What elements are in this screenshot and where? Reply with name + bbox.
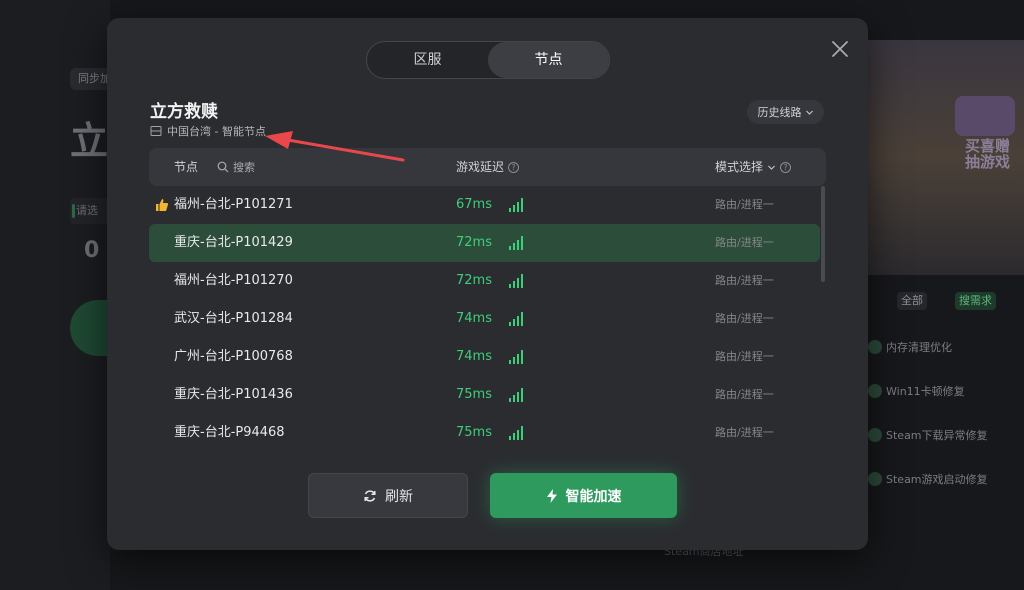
history-routes-label: 历史线路	[757, 106, 802, 119]
chevron-down-icon	[805, 110, 813, 115]
bg-tool-item: 内存清理优化	[868, 335, 952, 361]
signal-bars-icon	[509, 198, 523, 212]
close-icon	[832, 41, 848, 57]
tab-server[interactable]: 区服	[367, 42, 488, 78]
server-icon	[150, 126, 162, 136]
node-row[interactable]: 福州-台北-P101270 72ms 路由/进程一	[149, 262, 820, 300]
node-name: 重庆-台北-P101429	[174, 235, 293, 250]
node-latency: 75ms	[456, 387, 492, 402]
col-latency-label: 游戏延迟	[456, 160, 505, 174]
bg-tag-all: 全部	[897, 292, 927, 310]
bg-banner-text: 买喜赠 抽游戏	[965, 137, 1011, 171]
search-icon	[217, 161, 229, 173]
smart-accelerate-label: 智能加速	[565, 488, 622, 505]
search-input[interactable]: 搜索	[217, 148, 255, 186]
node-latency: 75ms	[456, 425, 492, 440]
signal-bars-icon	[509, 312, 523, 326]
thumbs-up-icon	[156, 199, 169, 211]
smart-accelerate-button[interactable]: 智能加速	[490, 473, 677, 518]
bg-tool-item: Win11卡顿修复	[868, 379, 965, 405]
node-mode: 路由/进程一	[715, 198, 774, 211]
node-select-modal: 区服 节点 立方救赎 中国台湾 - 智能节点 历史线路 节点 搜索 游戏延迟 ?…	[107, 18, 868, 550]
game-title: 立方救赎	[150, 102, 218, 122]
node-row[interactable]: 重庆-台北-P101436 75ms 路由/进程一	[149, 376, 820, 414]
col-latency-header: 游戏延迟 ?	[456, 148, 520, 186]
close-button[interactable]	[829, 38, 851, 60]
bg-tool-item: Steam下载异常修复	[868, 423, 988, 449]
col-mode-header[interactable]: 模式选择 ?	[715, 148, 792, 186]
refresh-label: 刷新	[385, 488, 413, 505]
node-row[interactable]: 福州-台北-P101271 67ms 路由/进程一	[149, 186, 820, 224]
node-latency: 74ms	[456, 349, 492, 364]
lightning-icon	[546, 488, 557, 503]
chevron-down-icon	[768, 165, 775, 170]
signal-bars-icon	[509, 350, 523, 364]
help-icon[interactable]: ?	[780, 161, 792, 173]
node-name: 重庆-台北-P94468	[174, 425, 285, 440]
node-mode: 路由/进程一	[715, 274, 774, 287]
refresh-icon	[364, 489, 376, 502]
region-text: 中国台湾 - 智能节点	[167, 125, 266, 138]
refresh-button[interactable]: 刷新	[308, 473, 468, 518]
tab-group: 区服 节点	[366, 41, 610, 79]
table-header: 节点 搜索 游戏延迟 ? 模式选择 ?	[149, 148, 826, 186]
node-name: 福州-台北-P101270	[174, 273, 293, 288]
help-icon[interactable]: ?	[508, 161, 520, 173]
region-line: 中国台湾 - 智能节点	[150, 123, 266, 139]
bg-gift-icon	[955, 96, 1015, 136]
bg-title-fragment: 立	[70, 119, 109, 163]
list-scrollbar[interactable]	[821, 186, 825, 282]
tab-node[interactable]: 节点	[488, 42, 609, 78]
col-mode-label: 模式选择	[715, 160, 764, 174]
bg-tag-search: 搜需求	[955, 292, 996, 310]
node-mode: 路由/进程一	[715, 236, 774, 249]
node-name: 福州-台北-P101271	[174, 197, 293, 212]
signal-bars-icon	[509, 274, 523, 288]
bg-tool-item: Steam游戏启动修复	[868, 467, 988, 493]
node-name: 重庆-台北-P101436	[174, 387, 293, 402]
signal-bars-icon	[509, 388, 523, 402]
node-name: 武汉-台北-P101284	[174, 311, 293, 326]
node-latency: 74ms	[456, 311, 492, 326]
bg-zero: 0	[84, 238, 100, 263]
node-latency: 72ms	[456, 273, 492, 288]
node-name: 广州-台北-P100768	[174, 349, 293, 364]
node-row[interactable]: 重庆-台北-P101429 72ms 路由/进程一	[149, 224, 820, 262]
node-mode: 路由/进程一	[715, 350, 774, 363]
search-placeholder: 搜索	[233, 161, 255, 174]
node-row[interactable]: 重庆-台北-P94468 75ms 路由/进程一	[149, 414, 820, 452]
signal-bars-icon	[509, 236, 523, 250]
col-node-header: 节点	[174, 160, 199, 174]
node-row[interactable]: 武汉-台北-P101284 74ms 路由/进程一	[149, 300, 820, 338]
node-row[interactable]: 广州-台北-P100768 74ms 路由/进程一	[149, 338, 820, 376]
node-mode: 路由/进程一	[715, 312, 774, 325]
node-mode: 路由/进程一	[715, 426, 774, 439]
signal-bars-icon	[509, 426, 523, 440]
node-mode: 路由/进程一	[715, 388, 774, 401]
node-latency: 72ms	[456, 235, 492, 250]
node-latency: 67ms	[456, 197, 492, 212]
history-routes-button[interactable]: 历史线路	[747, 100, 824, 124]
